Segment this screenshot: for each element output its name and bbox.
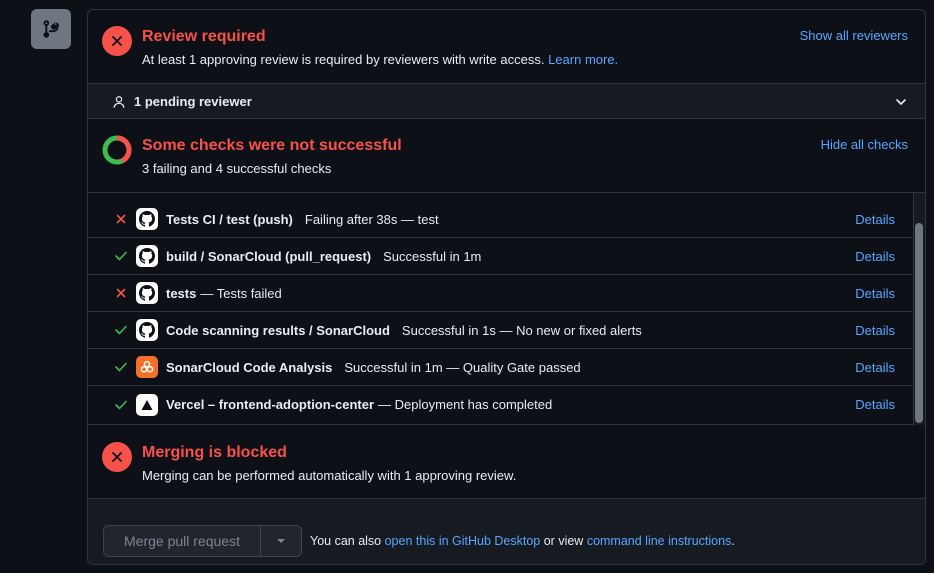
pending-reviewer-row[interactable]: 1 pending reviewer (88, 84, 925, 119)
command-line-instructions-link[interactable]: command line instructions (587, 534, 732, 548)
merge-note-suffix: . (731, 534, 735, 548)
details-link[interactable]: Details (855, 397, 895, 412)
merge-note-middle: or view (543, 534, 584, 548)
git-branch-icon (43, 20, 59, 38)
details-link[interactable]: Details (855, 212, 895, 227)
check-row: tests — Tests failed Details (88, 275, 912, 312)
person-icon (113, 95, 125, 108)
check-name: SonarCloud Code Analysis (166, 359, 333, 375)
checks-title: Some checks were not successful (142, 137, 402, 154)
merge-button-group: Merge pull request (103, 525, 302, 557)
merge-note-prefix: You can also (310, 534, 382, 548)
checks-summary-section: Some checks were not successful 3 failin… (88, 119, 925, 193)
vercel-icon (136, 393, 158, 416)
merge-actions: Merge pull request You can also open thi… (88, 499, 925, 564)
checks-summary: 3 failing and 4 successful checks (142, 161, 332, 176)
check-row: Tests CI / test (push) Failing after 38s… (88, 201, 912, 238)
scroll-track[interactable] (913, 193, 925, 425)
show-all-reviewers-link[interactable]: Show all reviewers (800, 28, 908, 43)
details-link[interactable]: Details (855, 249, 895, 264)
check-icon (112, 325, 130, 335)
merge-note: You can also open this in GitHub Desktop… (310, 534, 735, 548)
details-link[interactable]: Details (855, 286, 895, 301)
scrollbar-thumb[interactable] (915, 223, 923, 423)
x-circle-icon (102, 26, 132, 56)
check-name: Tests CI / test (push) (166, 211, 293, 227)
details-link[interactable]: Details (855, 360, 895, 375)
github-icon (136, 245, 158, 267)
pending-reviewer: 1 pending reviewer (112, 94, 252, 109)
pending-reviewer-label: 1 pending reviewer (134, 94, 252, 109)
review-required-section: Review required At least 1 approving rev… (88, 10, 925, 84)
check-icon (112, 362, 130, 372)
github-icon (136, 208, 158, 230)
check-icon (112, 251, 130, 261)
merging-blocked-section: Merging is blocked Merging can be perfor… (88, 425, 925, 499)
merge-box: Review required At least 1 approving rev… (87, 9, 926, 565)
x-icon (112, 288, 130, 298)
check-description: Failing after 38s — test (304, 211, 439, 227)
git-merge-icon-box (31, 9, 71, 49)
checks-list: Tests CI / test (push) Failing after 38s… (88, 193, 925, 425)
check-name: Code scanning results / SonarCloud (166, 322, 390, 338)
check-description: Successful in 1m (383, 248, 482, 264)
check-row: Code scanning results / SonarCloud Succe… (88, 312, 912, 349)
check-row: build / SonarCloud (pull_request) Succes… (88, 238, 912, 275)
details-link[interactable]: Details (855, 323, 895, 338)
check-description: — Deployment has completed (378, 397, 553, 412)
check-icon (112, 400, 130, 410)
learn-more-link[interactable]: Learn more. (548, 52, 618, 67)
merging-blocked-title: Merging is blocked (142, 444, 287, 461)
hide-all-checks-link[interactable]: Hide all checks (821, 137, 908, 152)
triangle-down-icon (277, 539, 285, 543)
merge-method-dropdown[interactable] (261, 526, 301, 556)
check-row: SonarCloud Code Analysis Successful in 1… (88, 349, 912, 386)
review-required-body: At least 1 approving review is required … (142, 52, 545, 67)
merge-pull-request-button[interactable]: Merge pull request (104, 526, 261, 556)
check-description: Successful in 1s — No new or fixed alert… (401, 322, 642, 338)
checks-donut-icon (102, 135, 132, 165)
check-name: build / SonarCloud (pull_request) (166, 248, 372, 264)
x-icon (112, 214, 130, 224)
x-circle-icon (102, 442, 132, 472)
review-required-text: At least 1 approving review is required … (142, 52, 618, 67)
github-icon (136, 282, 158, 304)
check-description: Successful in 1m — Quality Gate passed (344, 359, 581, 375)
check-name: Vercel – frontend-adoption-center (166, 397, 375, 412)
check-row: Vercel – frontend-adoption-center — Depl… (88, 386, 912, 423)
chevron-down-icon[interactable] (895, 96, 907, 108)
sonarcloud-icon (136, 356, 158, 378)
check-name: tests (166, 285, 197, 301)
review-required-title: Review required (142, 28, 266, 45)
open-github-desktop-link[interactable]: open this in GitHub Desktop (385, 534, 541, 548)
check-description: — Tests failed (200, 285, 282, 301)
github-icon (136, 319, 158, 341)
merging-blocked-text: Merging can be performed automatically w… (142, 468, 517, 483)
